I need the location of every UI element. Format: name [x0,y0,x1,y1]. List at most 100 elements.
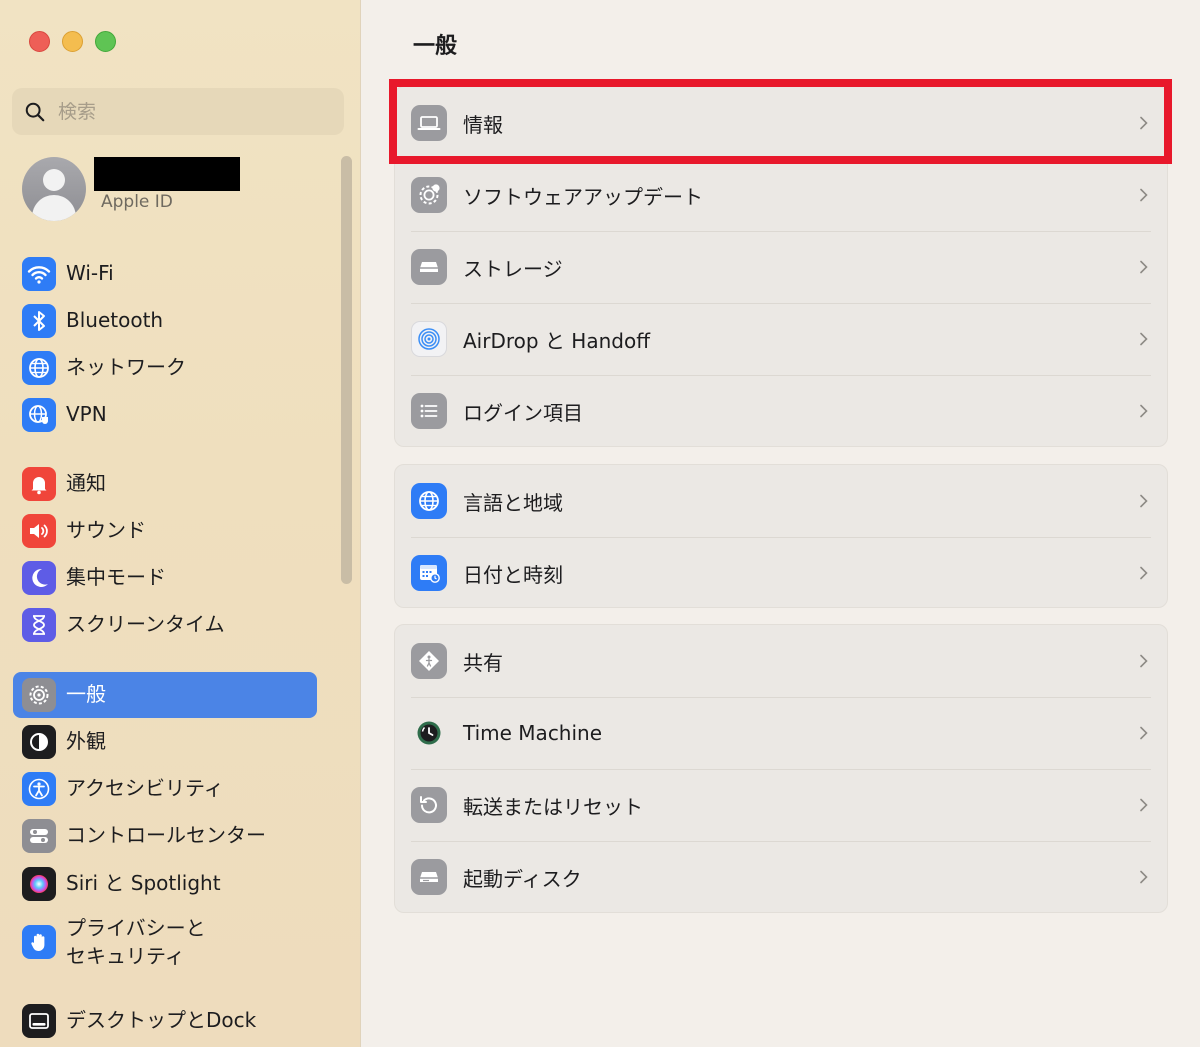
row-storage[interactable]: ストレージ [395,231,1169,303]
sidebar-item-label: 集中モード [66,565,166,590]
sidebar-item-bluetooth[interactable]: Bluetooth [13,298,317,344]
row-label: ストレージ [463,256,563,281]
sidebar-item-vpn[interactable]: VPN [13,392,317,438]
globe-icon [411,483,447,519]
window-controls [29,31,116,52]
chevron-right-icon [1140,726,1148,740]
row-label: 言語と地域 [463,490,563,515]
sidebar-item-notifications[interactable]: 通知 [13,461,317,507]
globe-icon [22,351,56,385]
siri-icon [22,867,56,901]
row-transfer-reset[interactable]: 転送またはリセット [395,769,1169,841]
accessibility-icon [22,772,56,806]
vpn-globe-icon [22,398,56,432]
dock-icon [22,1004,56,1038]
sidebar-item-label: Wi-Fi [66,261,114,286]
sidebar-item-label: プライバシーと セキュリティ [66,916,206,968]
sidebar-item-siri-spotlight[interactable]: Siri と Spotlight [13,861,317,907]
apple-id-account[interactable]: Apple ID [22,155,322,225]
chevron-right-icon [1140,188,1148,202]
sidebar-item-label: ネットワーク [66,355,186,380]
bluetooth-icon [22,304,56,338]
airdrop-icon [411,321,447,357]
row-about[interactable]: 情報 [395,87,1169,159]
chevron-right-icon [1140,654,1148,668]
settings-group-locale: 言語と地域 日付と時刻 [394,464,1168,608]
page-title: 一般 [413,34,458,59]
row-date-time[interactable]: 日付と時刻 [395,537,1169,609]
row-startup-disk[interactable]: 起動ディスク [395,841,1169,913]
hand-icon [22,925,56,959]
chevron-right-icon [1140,260,1148,274]
row-airdrop-handoff[interactable]: AirDrop と Handoff [395,303,1169,375]
sidebar-item-label: 外観 [66,729,106,754]
sidebar-item-label: コントロールセンター [66,823,266,848]
software-update-icon [411,177,447,213]
zoom-window-button[interactable] [95,31,116,52]
laptop-icon [411,105,447,141]
sidebar-item-focus[interactable]: 集中モード [13,555,317,601]
sidebar-item-label: Bluetooth [66,308,164,333]
redacted-account-name [94,157,240,191]
chevron-right-icon [1140,566,1148,580]
bell-icon [22,467,56,501]
sidebar-item-general[interactable]: 一般 [13,672,317,718]
sharing-icon [411,643,447,679]
row-language-region[interactable]: 言語と地域 [395,465,1169,537]
sidebar-item-network[interactable]: ネットワーク [13,345,317,391]
minimize-window-button[interactable] [62,31,83,52]
calendar-clock-icon [411,555,447,591]
chevron-right-icon [1140,404,1148,418]
row-time-machine[interactable]: Time Machine [395,697,1169,769]
sidebar-item-desktop-dock[interactable]: デスクトップとDock [13,998,317,1044]
gear-icon [22,678,56,712]
sidebar-item-label: 通知 [66,471,106,496]
reset-icon [411,787,447,823]
disk-icon [411,859,447,895]
sidebar-scrollbar[interactable] [341,156,352,584]
sidebar-item-label: アクセシビリティ [66,776,224,801]
chevron-right-icon [1140,494,1148,508]
close-window-button[interactable] [29,31,50,52]
sidebar-item-wifi[interactable]: Wi-Fi [13,251,317,297]
row-label: 情報 [463,112,503,137]
sidebar-item-label: スクリーンタイム [66,612,225,637]
row-label: ログイン項目 [463,400,583,425]
settings-group-maintenance: 共有 Time Machine 転送またはリセット 起動ディスク [394,624,1168,913]
storage-icon [411,249,447,285]
settings-group-system: 情報 ソフトウェアアップデート ストレージ AirDrop と Handoff [394,86,1168,447]
sidebar-item-label: Siri と Spotlight [66,871,221,896]
sidebar: Apple ID Wi-Fi Bluetooth ネットワーク [0,0,361,1047]
main-panel: 一般 情報 ソフトウェアアップデート ストレージ AirDrop と Hando… [361,0,1200,1047]
sidebar-item-sound[interactable]: サウンド [13,508,317,554]
sidebar-item-privacy-security[interactable]: プライバシーと セキュリティ [13,910,317,974]
toggles-icon [22,819,56,853]
sidebar-item-label: サウンド [66,518,146,543]
row-label: 日付と時刻 [463,562,563,587]
apple-id-label: Apple ID [101,192,173,212]
sidebar-item-screen-time[interactable]: スクリーンタイム [13,602,317,648]
row-software-update[interactable]: ソフトウェアアップデート [395,159,1169,231]
search-icon [25,102,45,121]
sidebar-item-label: 一般 [66,682,106,707]
sidebar-item-label: デスクトップとDock [66,1008,257,1033]
row-login-items[interactable]: ログイン項目 [395,375,1169,447]
appearance-icon [22,725,56,759]
sidebar-item-appearance[interactable]: 外観 [13,719,317,765]
chevron-right-icon [1140,798,1148,812]
sidebar-item-accessibility[interactable]: アクセシビリティ [13,766,317,812]
search-input[interactable] [58,100,318,123]
chevron-right-icon [1140,116,1148,130]
row-label: 共有 [463,650,503,675]
row-sharing[interactable]: 共有 [395,625,1169,697]
row-label: 転送またはリセット [463,794,643,819]
row-label: Time Machine [463,721,603,745]
avatar [22,157,86,221]
sidebar-item-control-center[interactable]: コントロールセンター [13,813,317,859]
sidebar-item-label: VPN [66,402,107,427]
speaker-icon [22,514,56,548]
wifi-icon [22,257,56,291]
row-label: 起動ディスク [463,866,582,891]
row-label: ソフトウェアアップデート [463,184,703,209]
search-field[interactable] [12,88,344,135]
